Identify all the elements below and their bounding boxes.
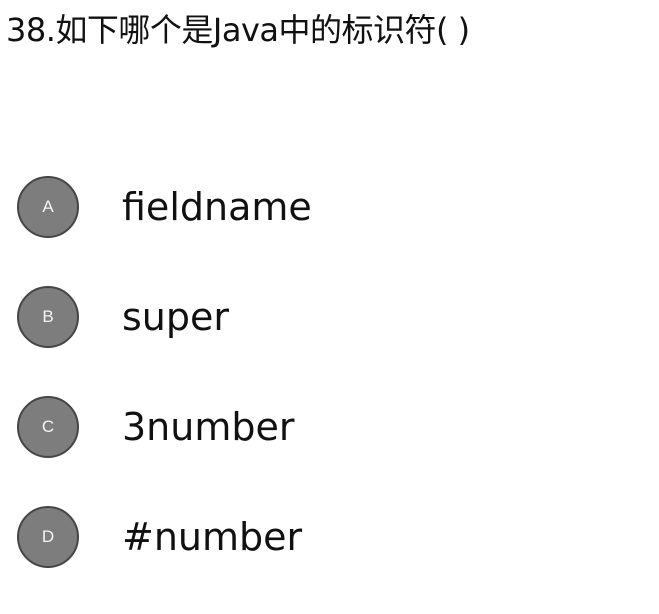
- option-d-badge[interactable]: D: [17, 506, 79, 568]
- option-b-text: super: [122, 295, 230, 339]
- options-list: A fieldname B super C 3number D #number: [17, 174, 637, 614]
- option-d-text: #number: [122, 515, 303, 559]
- option-c-badge[interactable]: C: [17, 396, 79, 458]
- option-a[interactable]: A fieldname: [17, 174, 637, 240]
- option-b-badge[interactable]: B: [17, 286, 79, 348]
- option-c[interactable]: C 3number: [17, 394, 637, 460]
- option-d[interactable]: D #number: [17, 504, 637, 570]
- option-b[interactable]: B super: [17, 284, 637, 350]
- option-a-text: fieldname: [122, 185, 312, 229]
- question-title: 38.如下哪个是Java中的标识符( ): [6, 11, 470, 49]
- option-a-badge[interactable]: A: [17, 176, 79, 238]
- option-c-text: 3number: [122, 405, 295, 449]
